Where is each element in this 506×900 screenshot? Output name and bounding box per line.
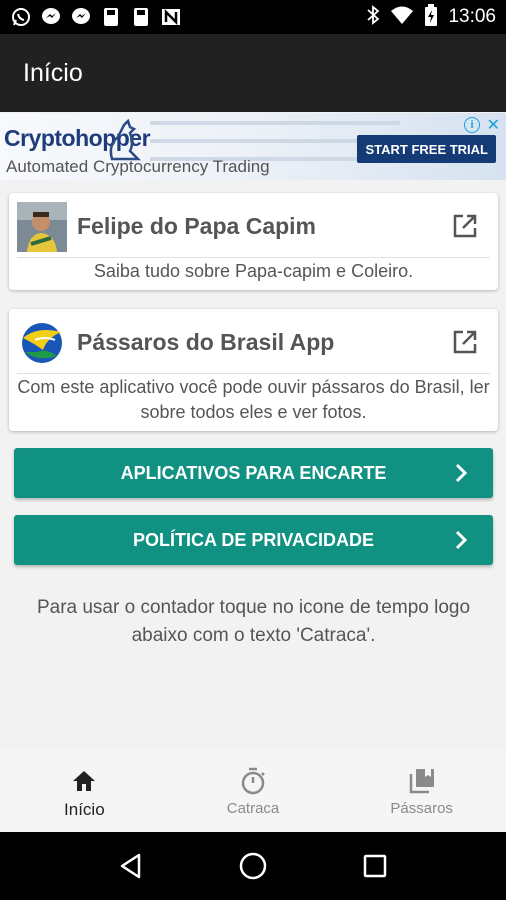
nav-label: Catraca	[226, 800, 280, 817]
ad-close-icon[interactable]: ✕	[487, 115, 500, 135]
status-bar: 13:06	[0, 0, 506, 34]
counter-hint-text: Para usar o contador toque no icone de t…	[36, 597, 471, 646]
messenger-icon	[40, 6, 62, 28]
nav-item-inicio[interactable]: Início	[0, 750, 169, 832]
battery-icon	[424, 3, 438, 31]
n-icon	[160, 6, 182, 28]
ad-tagline: Automated Cryptocurrency Trading	[6, 157, 270, 176]
timer-icon	[238, 766, 268, 796]
ad-banner[interactable]: Cryptohopper Automated Cryptocurrency Tr…	[0, 113, 506, 180]
bottom-navigation: Início Catraca Pássaros	[0, 750, 506, 832]
nav-item-catraca[interactable]: Catraca	[169, 750, 338, 832]
system-navigation-bar	[0, 832, 506, 900]
card-divider	[17, 257, 490, 258]
back-icon[interactable]	[115, 850, 147, 882]
app-bar: Início	[0, 34, 506, 112]
save-icon	[130, 6, 152, 28]
bluetooth-icon	[366, 4, 380, 30]
card-divider	[17, 373, 490, 374]
privacy-policy-button[interactable]: POLÍTICA DE PRIVACIDADE	[14, 515, 493, 565]
button-label: APLICATIVOS PARA ENCARTE	[120, 462, 387, 483]
chevron-right-icon	[449, 528, 473, 552]
open-external-icon[interactable]	[452, 213, 478, 239]
recents-icon[interactable]	[359, 850, 391, 882]
nav-label: Início	[64, 800, 105, 819]
app-card-passaros-brasil[interactable]: Pássaros do Brasil App Com este aplicati…	[9, 309, 498, 431]
app-card-papa-capim[interactable]: Felipe do Papa Capim Saiba tudo sobre Pa…	[9, 193, 498, 290]
clock: 13:06	[448, 6, 496, 27]
open-external-icon[interactable]	[452, 329, 478, 355]
app-logo-icon	[17, 318, 67, 368]
library-icon	[407, 766, 437, 796]
save-icon	[100, 6, 122, 28]
home-circle-icon[interactable]	[237, 850, 269, 882]
card-description: Com este aplicativo você pode ouvir páss…	[17, 377, 490, 422]
whatsapp-icon	[10, 6, 32, 28]
card-description: Saiba tudo sobre Papa-capim e Coleiro.	[93, 261, 414, 281]
ad-info-icon[interactable]: i	[464, 117, 480, 133]
nav-item-passaros[interactable]: Pássaros	[337, 750, 506, 832]
ad-cta-button[interactable]: START FREE TRIAL	[357, 135, 496, 163]
card-title: Felipe do Papa Capim	[77, 213, 316, 239]
avatar	[17, 202, 67, 252]
chevron-right-icon	[449, 461, 473, 485]
home-icon	[69, 766, 99, 796]
card-title: Pássaros do Brasil App	[77, 329, 335, 355]
system-status: 13:06	[366, 3, 496, 31]
nav-label: Pássaros	[390, 800, 453, 817]
apps-for-encarte-button[interactable]: APLICATIVOS PARA ENCARTE	[14, 448, 493, 498]
page-title: Início	[23, 58, 83, 87]
button-label: POLÍTICA DE PRIVACIDADE	[132, 529, 374, 550]
messenger-icon	[70, 6, 92, 28]
wifi-icon	[390, 5, 414, 30]
notification-icons	[10, 6, 182, 28]
